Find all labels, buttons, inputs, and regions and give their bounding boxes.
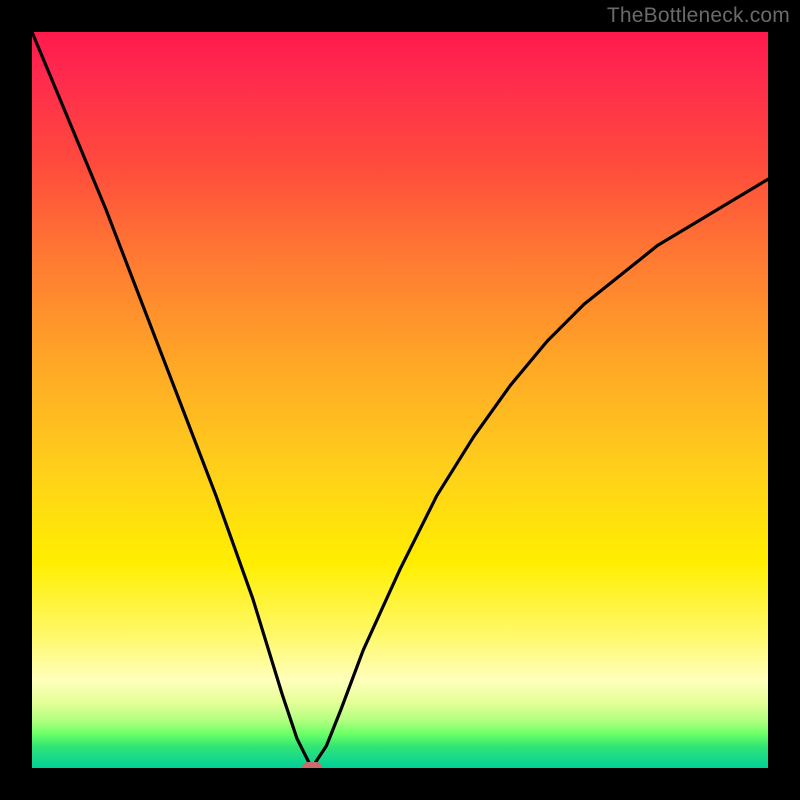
- plot-area: [32, 32, 768, 768]
- chart-frame: TheBottleneck.com: [0, 0, 800, 800]
- bottleneck-curve: [32, 32, 768, 768]
- watermark-text: TheBottleneck.com: [607, 4, 790, 28]
- optimal-point-marker: [302, 762, 322, 768]
